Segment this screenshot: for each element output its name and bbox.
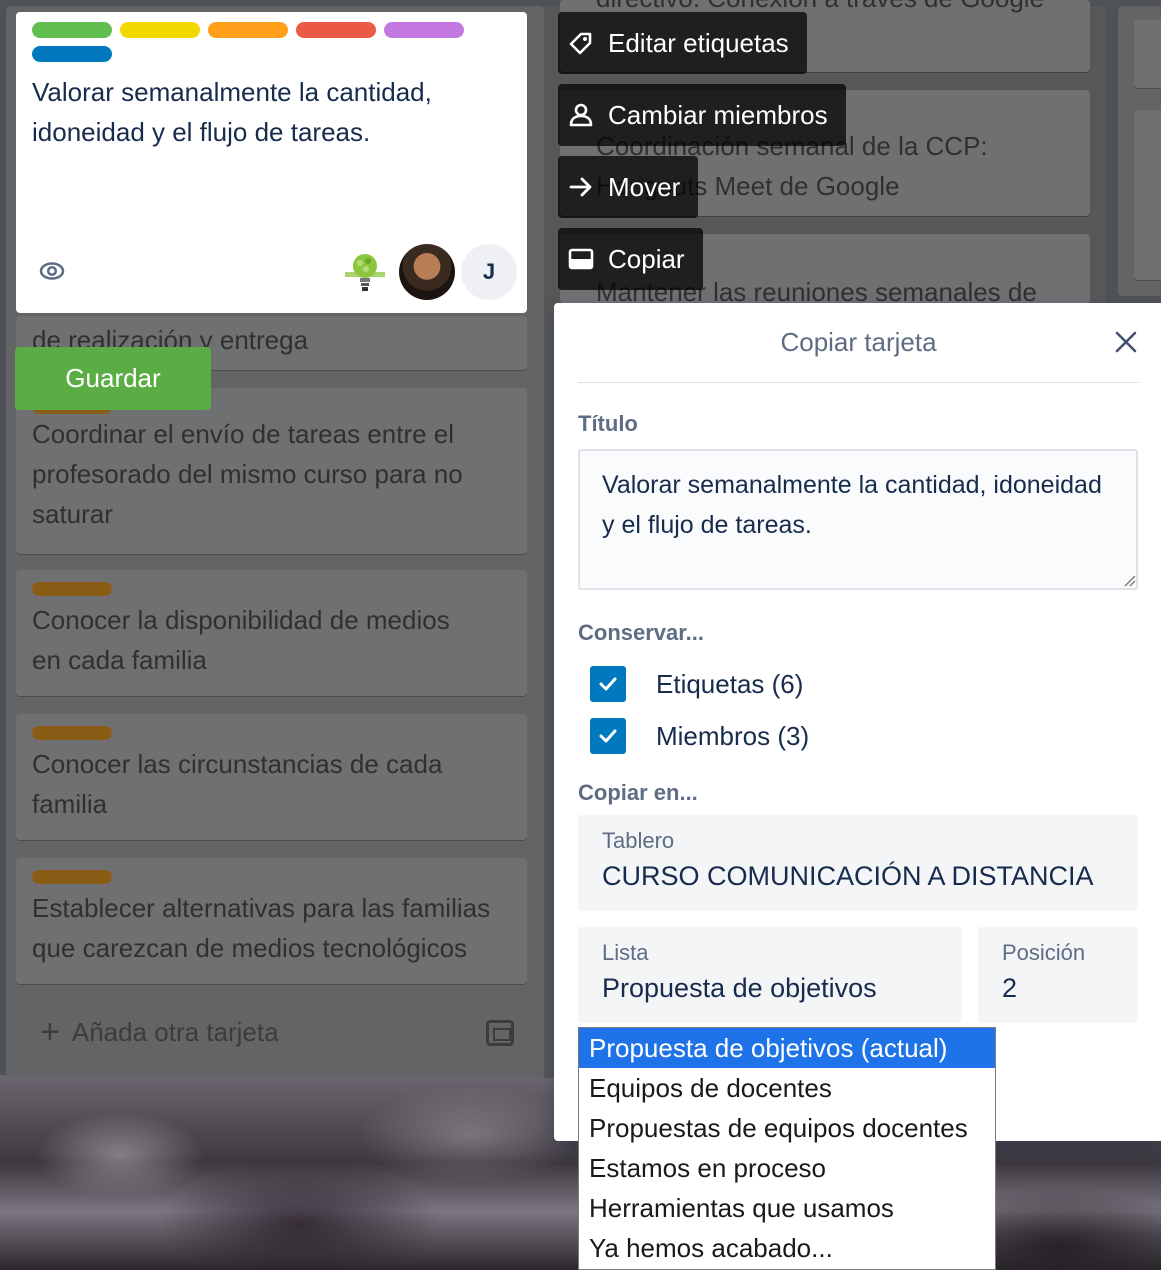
position-select-caption: Posición — [1002, 940, 1086, 965]
bg-card-left-4[interactable]: Establecer alternativas para las familia… — [16, 858, 527, 984]
card-title-line: que carezcan de medios tecnológicos — [32, 933, 468, 963]
card-label — [32, 582, 112, 596]
add-card-label: Añada otra tarjeta — [71, 1016, 279, 1047]
checkmark-icon — [599, 729, 617, 743]
label-red[interactable] — [296, 22, 376, 38]
person-icon — [569, 103, 593, 127]
card-title: Coordinar el envío de tareas entre el pr… — [16, 414, 527, 542]
copy-label: Copiar — [608, 243, 685, 274]
board-select-value: CURSO COMUNICACIÓN A DISTANCIA — [602, 861, 1094, 891]
position-select-value: 2 — [1002, 973, 1018, 1003]
bg-card-right-2[interactable] — [1134, 110, 1161, 280]
list-select-value: Propuesta de objetivos — [602, 973, 877, 1003]
copy-card-popover: Copiar tarjeta Título Valorar semanalmen… — [554, 303, 1161, 1141]
card-label — [32, 870, 112, 884]
keep-members-checkbox-row[interactable]: Miembros (3) — [590, 718, 809, 754]
dropdown-option[interactable]: Equipos de docentes — [579, 1068, 995, 1108]
member-avatar-photo[interactable] — [399, 244, 455, 300]
edit-labels-label: Editar etiquetas — [608, 27, 789, 58]
copy-title-textarea[interactable]: Valorar semanalmente la cantidad, idonei… — [578, 449, 1138, 590]
change-members-button[interactable]: Cambiar miembros — [558, 84, 846, 146]
checkmark-icon — [599, 677, 617, 691]
card-title: Establecer alternativas para las familia… — [16, 884, 527, 976]
move-button[interactable]: Mover — [558, 156, 699, 218]
copy-button[interactable]: Copiar — [558, 228, 703, 290]
dropdown-option[interactable]: Estamos en proceso — [579, 1148, 995, 1188]
keep-labels-text: Etiquetas (6) — [656, 668, 804, 699]
edit-labels-button[interactable]: Editar etiquetas — [558, 12, 807, 74]
add-card-button[interactable]: + Añada otra tarjeta — [40, 1015, 279, 1049]
eye-icon — [39, 262, 65, 280]
bg-card-left-3[interactable]: Conocer las circunstancias de cada famil… — [16, 714, 527, 840]
resize-grip-icon[interactable] — [1122, 573, 1136, 587]
member-avatar-logo[interactable] — [337, 244, 393, 300]
close-icon[interactable] — [1113, 329, 1139, 355]
card-title-line: familia — [32, 789, 108, 819]
board-select[interactable]: Tablero CURSO COMUNICACIÓN A DISTANCIA — [578, 815, 1138, 911]
bg-card-right-1[interactable] — [1134, 20, 1161, 88]
keep-labels-checkbox[interactable] — [590, 666, 626, 702]
dropdown-option[interactable]: Propuesta de objetivos (actual) — [579, 1028, 995, 1068]
dropdown-option[interactable]: Herramientas que usamos — [579, 1188, 995, 1228]
card-title-line: Conocer las circunstancias de cada — [32, 749, 443, 779]
keep-members-checkbox[interactable] — [590, 718, 626, 754]
card-title-line: saturar — [32, 499, 113, 529]
change-members-label: Cambiar miembros — [608, 99, 828, 130]
keep-members-text: Miembros (3) — [656, 720, 810, 751]
member-avatar-initial[interactable]: J — [461, 244, 517, 300]
list-select-caption: Lista — [602, 940, 649, 965]
card-edit-panel: Valorar semanalmente la cantidad, idonei… — [16, 12, 527, 313]
copy-to-section-label: Copiar en... — [578, 780, 698, 805]
keep-labels-checkbox-row[interactable]: Etiquetas (6) — [590, 666, 803, 702]
label-yellow[interactable] — [120, 22, 200, 38]
card-labels — [16, 12, 486, 62]
list-select[interactable]: Lista Propuesta de objetivos — [578, 927, 962, 1023]
card-title: Conocer la disponibilidad de medios en c… — [16, 596, 527, 688]
arrow-right-icon — [569, 177, 592, 197]
position-select[interactable]: Posición 2 — [978, 927, 1138, 1023]
card-title-line: Coordinar el envío de tareas entre el — [32, 419, 455, 449]
title-section-label: Título — [578, 411, 638, 436]
tag-icon — [569, 32, 592, 55]
card-title-input[interactable]: Valorar semanalmente la cantidad, idonei… — [16, 62, 496, 152]
bg-card-left-2[interactable]: Conocer la disponibilidad de medios en c… — [16, 570, 527, 696]
move-label: Mover — [608, 171, 681, 202]
dropdown-option[interactable]: Ya hemos acabado... — [579, 1228, 995, 1268]
card-template-icon[interactable] — [486, 1020, 514, 1046]
card-label — [32, 726, 112, 740]
bg-card-left-1[interactable]: Coordinar el envío de tareas entre el pr… — [16, 388, 527, 554]
card-title-line: Establecer alternativas para las familia… — [32, 893, 491, 923]
label-green[interactable] — [32, 22, 112, 38]
board-select-caption: Tablero — [602, 828, 675, 853]
card-title: Conocer las circunstancias de cada famil… — [16, 740, 527, 832]
card-icon — [568, 248, 594, 270]
label-blue[interactable] — [32, 46, 112, 62]
card-title-line: profesorado del mismo curso para no — [32, 459, 463, 489]
lightbulb-logo-icon — [345, 254, 385, 291]
list-dropdown: Propuesta de objetivos (actual) Equipos … — [578, 1027, 996, 1270]
label-orange[interactable] — [208, 22, 288, 38]
label-purple[interactable] — [384, 22, 464, 38]
popover-title: Copiar tarjeta — [780, 327, 937, 357]
keep-section-label: Conservar... — [578, 620, 704, 645]
card-title-line: Conocer la disponibilidad de medios — [32, 605, 450, 635]
popover-header: Copiar tarjeta — [578, 303, 1139, 383]
plus-icon: + — [40, 1013, 60, 1051]
save-button[interactable]: Guardar — [15, 347, 211, 410]
card-members: J — [337, 244, 517, 300]
card-title-line: en cada familia — [32, 645, 207, 675]
dropdown-option[interactable]: Propuestas de equipos docentes — [579, 1108, 995, 1148]
